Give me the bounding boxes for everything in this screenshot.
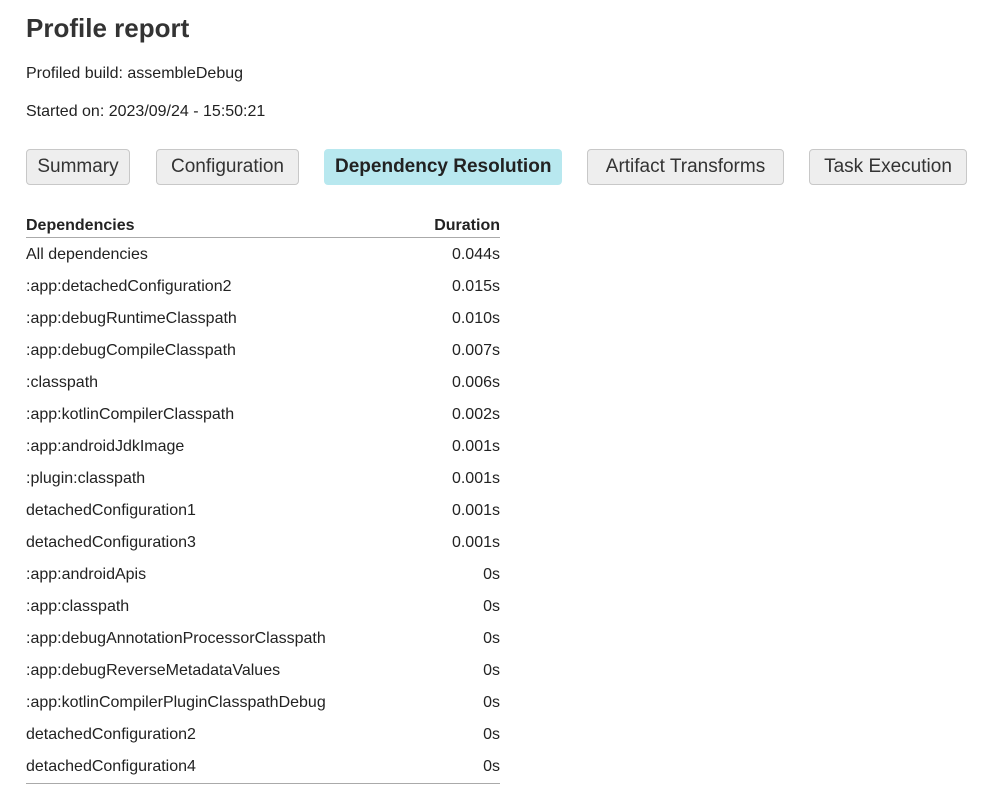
tab-dependency-resolution[interactable]: Dependency Resolution xyxy=(324,149,562,185)
dependency-duration: 0.002s xyxy=(451,406,500,423)
table-row: :plugin:classpath 0.001s xyxy=(26,463,500,495)
table-row: :app:androidApis 0s xyxy=(26,559,500,591)
table-footer-rule xyxy=(26,783,500,784)
dependency-name: detachedConfiguration1 xyxy=(26,502,196,519)
dependency-duration: 0s xyxy=(483,758,500,775)
table-row: :app:detachedConfiguration2 0.015s xyxy=(26,271,500,303)
dependency-duration: 0.001s xyxy=(451,534,500,551)
profiled-build-text: Profiled build: assembleDebug xyxy=(26,65,244,82)
dependency-duration: 0s xyxy=(483,694,500,711)
dependency-duration: 0.001s xyxy=(451,438,500,455)
table-row: :app:debugRuntimeClasspath 0.010s xyxy=(26,303,500,335)
dependency-duration: 0.010s xyxy=(451,310,500,327)
tab-configuration[interactable]: Configuration xyxy=(156,149,299,185)
dependency-duration: 0.007s xyxy=(451,342,500,359)
dependency-duration: 0.001s xyxy=(451,470,500,487)
dependency-duration: 0.006s xyxy=(451,374,500,391)
dependency-name: :plugin:classpath xyxy=(26,470,146,487)
dependency-duration: 0s xyxy=(483,598,500,615)
dependencies-column-header: Dependencies xyxy=(26,214,415,238)
table-row: :app:androidJdkImage 0.001s xyxy=(26,431,500,463)
dependency-name: :app:debugAnnotationProcessorClasspath xyxy=(26,630,326,647)
table-row: :app:debugCompileClasspath 0.007s xyxy=(26,335,500,367)
tab-task-execution[interactable]: Task Execution xyxy=(809,149,967,185)
dependency-duration: 0.044s xyxy=(451,245,500,263)
dependency-duration: 0s xyxy=(483,726,500,743)
table-row: detachedConfiguration2 0s xyxy=(26,719,500,751)
dependency-name: :app:debugReverseMetadataValues xyxy=(26,662,281,679)
dependency-name: :app:debugRuntimeClasspath xyxy=(26,310,237,327)
page-title: Profile report xyxy=(26,13,190,43)
table-row: detachedConfiguration1 0.001s xyxy=(26,495,500,527)
dependency-name: :app:androidJdkImage xyxy=(26,438,185,455)
table-row: :classpath 0.006s xyxy=(26,367,500,399)
dependency-name: :app:debugCompileClasspath xyxy=(26,342,236,359)
table-row: :app:kotlinCompilerPluginClasspathDebug 0… xyxy=(26,687,500,719)
dependency-name: :app:kotlinCompilerClasspath xyxy=(26,406,235,423)
dependency-name: :app:androidApis xyxy=(26,566,147,583)
table-row: :app:debugReverseMetadataValues 0s xyxy=(26,655,500,687)
table-header-row: Dependencies Duration xyxy=(26,214,500,238)
dependency-duration: 0.001s xyxy=(451,502,500,519)
tab-artifact-transforms[interactable]: Artifact Transforms xyxy=(587,149,784,185)
dependency-name: detachedConfiguration2 xyxy=(26,726,196,743)
dependency-duration: 0.015s xyxy=(451,278,500,295)
tab-summary[interactable]: Summary xyxy=(26,149,130,185)
table-row: :app:debugAnnotationProcessorClasspath 0s xyxy=(26,623,500,655)
dependency-name: :app:detachedConfiguration2 xyxy=(26,278,232,295)
dependencies-table-body: All dependencies 0.044s :app:detachedConfi… xyxy=(26,238,500,784)
dependency-name: :classpath xyxy=(26,374,99,391)
table-row: detachedConfiguration4 0s xyxy=(26,751,500,784)
table-row: :app:classpath 0s xyxy=(26,591,500,623)
table-row: detachedConfiguration3 0.001s xyxy=(26,527,500,559)
dependency-name: All dependencies xyxy=(26,245,148,263)
dependency-name: detachedConfiguration3 xyxy=(26,534,196,551)
report-tabs: Summary Configuration Dependency Resolut… xyxy=(26,149,967,187)
dependency-duration: 0s xyxy=(483,630,500,647)
table-row: All dependencies 0.044s xyxy=(26,238,500,272)
duration-column-header: Duration xyxy=(414,214,500,238)
dependency-duration: 0s xyxy=(483,566,500,583)
dependency-duration: 0s xyxy=(483,662,500,679)
dependency-name: detachedConfiguration4 xyxy=(26,758,196,775)
table-row: :app:kotlinCompilerClasspath 0.002s xyxy=(26,399,500,431)
started-on-text: Started on: 2023/09/24 - 15:50:21 xyxy=(26,103,266,120)
dependency-name: :app:classpath xyxy=(26,598,130,615)
dependencies-table: Dependencies Duration All dependencies 0.… xyxy=(26,214,500,784)
dependency-name: :app:kotlinCompilerPluginClasspathDebug xyxy=(26,694,326,711)
